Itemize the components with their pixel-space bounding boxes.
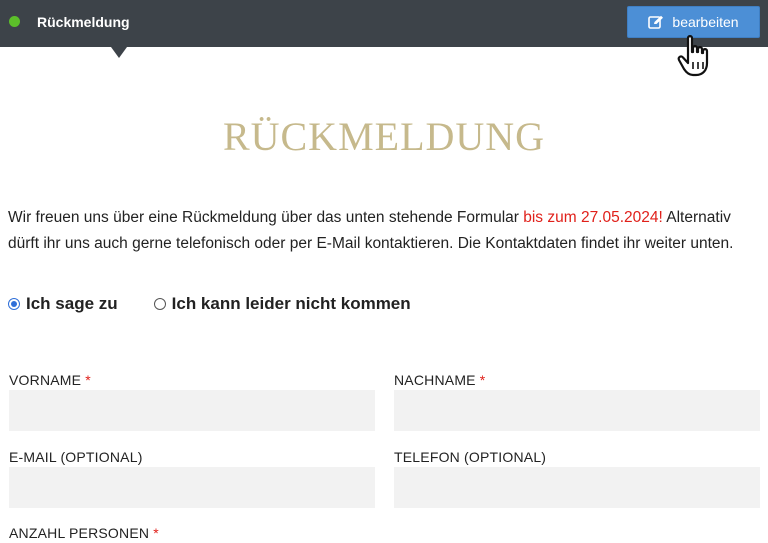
radio-decline-label: Ich kann leider nicht kommen — [171, 294, 411, 313]
radio-decline-circle[interactable] — [153, 298, 166, 310]
email-field[interactable] — [9, 467, 375, 508]
toolbar-pointer-caret — [111, 47, 127, 58]
rsvp-radio-group: Ich sage zu Ich kann leider nicht kommen — [8, 294, 411, 314]
section-name: Rückmeldung — [37, 14, 130, 30]
page-title: RÜCKMELDUNG — [222, 114, 546, 159]
edit-icon — [648, 15, 664, 29]
first-name-label-text: VORNAME — [9, 372, 82, 388]
radio-decline[interactable]: Ich kann leider nicht kommen — [153, 294, 411, 314]
first-name-field[interactable] — [9, 390, 375, 431]
status-dot-icon — [9, 16, 20, 27]
deadline-text: bis zum 27.05.2024! — [523, 209, 663, 226]
email-label-text: E-MAIL (OPTIONAL) — [9, 449, 143, 465]
last-name-label: NACHNAME * — [394, 372, 485, 388]
radio-accept-circle[interactable] — [8, 298, 20, 310]
edit-button-label: bearbeiten — [672, 14, 739, 30]
phone-field[interactable] — [394, 467, 760, 508]
editor-toolbar: Rückmeldung bearbeiten — [0, 0, 768, 47]
persons-label-text: ANZAHL PERSONEN — [9, 525, 150, 541]
required-mark: * — [479, 372, 486, 388]
radio-accept[interactable]: Ich sage zu — [8, 294, 118, 314]
first-name-label: VORNAME * — [9, 372, 91, 388]
persons-label: ANZAHL PERSONEN * — [9, 525, 159, 541]
intro-text-start: Wir freuen uns über eine Rückmeldung übe… — [8, 209, 524, 226]
last-name-field[interactable] — [394, 390, 760, 431]
required-mark: * — [85, 372, 91, 388]
intro-text: Wir freuen uns über eine Rückmeldung übe… — [8, 205, 764, 257]
last-name-label-text: NACHNAME — [394, 372, 476, 388]
hand-pointer-icon — [677, 35, 709, 77]
phone-label-text: TELEFON (OPTIONAL) — [394, 449, 547, 465]
required-mark: * — [153, 525, 159, 541]
email-label: E-MAIL (OPTIONAL) — [9, 449, 143, 465]
radio-accept-label: Ich sage zu — [26, 294, 118, 313]
phone-label: TELEFON (OPTIONAL) — [394, 449, 546, 465]
